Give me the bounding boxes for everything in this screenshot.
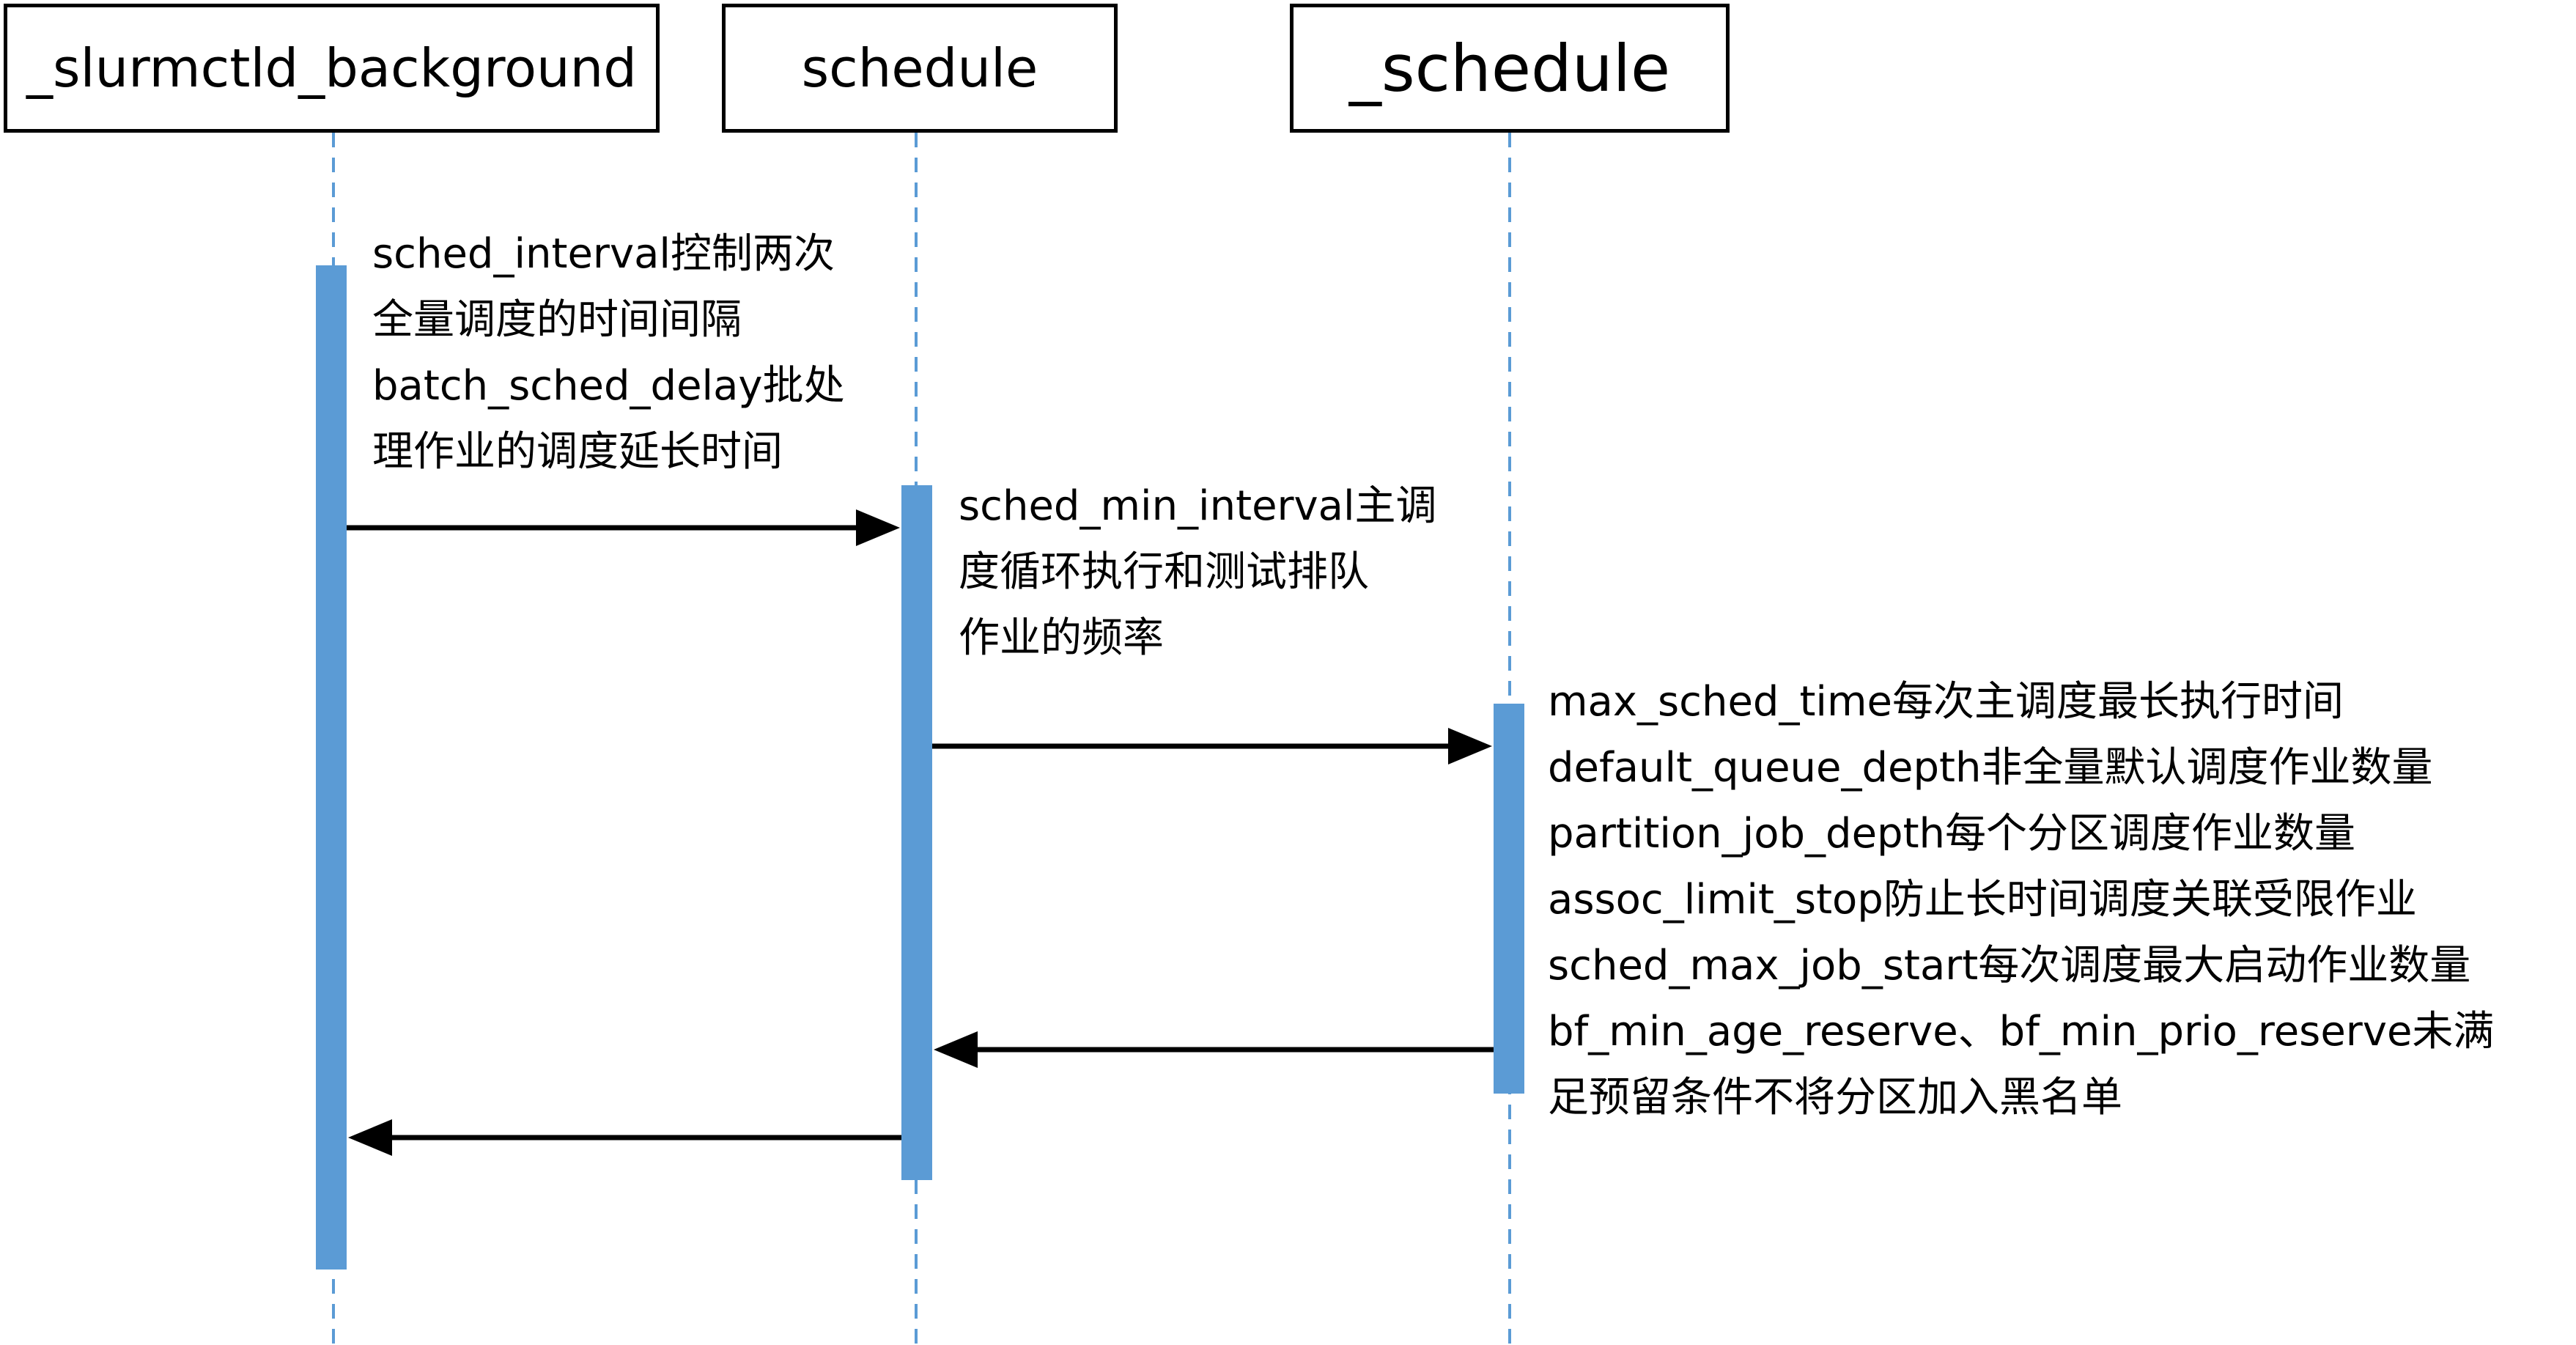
participant-box-underscore-schedule: _schedule xyxy=(1290,4,1730,133)
participant-box-schedule: schedule xyxy=(722,4,1118,133)
note-line: max_sched_time每次主调度最长执行时间 xyxy=(1548,678,2344,726)
note-line: 全量调度的时间间隔 xyxy=(372,296,742,344)
activation-bar-schedule xyxy=(901,485,932,1180)
participant-label: _slurmctld_background xyxy=(26,37,637,99)
note-line: default_queue_depth非全量默认调度作业数量 xyxy=(1548,744,2433,792)
note-line: sched_interval控制两次 xyxy=(372,230,835,278)
participant-label: _schedule xyxy=(1348,30,1671,106)
activation-bar-underscore-schedule xyxy=(1494,704,1524,1094)
note-schedule: sched_min_interval主调 度循环执行和测试排队 作业的频率 xyxy=(959,473,1437,671)
participant-label: schedule xyxy=(801,37,1038,99)
note-line: bf_min_age_reserve、bf_min_prio_reserve未满 xyxy=(1548,1008,2495,1055)
message-arrow-return-slurmctld-background xyxy=(348,1119,901,1156)
note-underscore-schedule: max_sched_time每次主调度最长执行时间 default_queue_… xyxy=(1548,669,2494,1131)
message-arrow-return-schedule xyxy=(934,1031,1494,1068)
note-slurmctld-background: sched_interval控制两次 全量调度的时间间隔 batch_sched… xyxy=(372,221,845,485)
note-line: 作业的频率 xyxy=(959,614,1164,662)
participant-box-slurmctld-background: _slurmctld_background xyxy=(4,4,660,133)
note-line: 度循环执行和测试排队 xyxy=(959,548,1369,596)
note-line: 足预留条件不将分区加入黑名单 xyxy=(1548,1074,2122,1121)
activation-bar-slurmctld-background xyxy=(316,265,347,1270)
note-line: batch_sched_delay批处 xyxy=(372,362,845,410)
message-arrow-call-schedule xyxy=(347,509,900,546)
message-arrow-call-underscore-schedule xyxy=(932,728,1492,764)
note-line: partition_job_depth每个分区调度作业数量 xyxy=(1548,810,2356,858)
note-line: sched_min_interval主调 xyxy=(959,482,1437,530)
note-line: 理作业的调度延长时间 xyxy=(372,428,783,476)
note-line: assoc_limit_stop防止长时间调度关联受限作业 xyxy=(1548,876,2417,924)
note-line: sched_max_job_start每次调度最大启动作业数量 xyxy=(1548,942,2471,990)
